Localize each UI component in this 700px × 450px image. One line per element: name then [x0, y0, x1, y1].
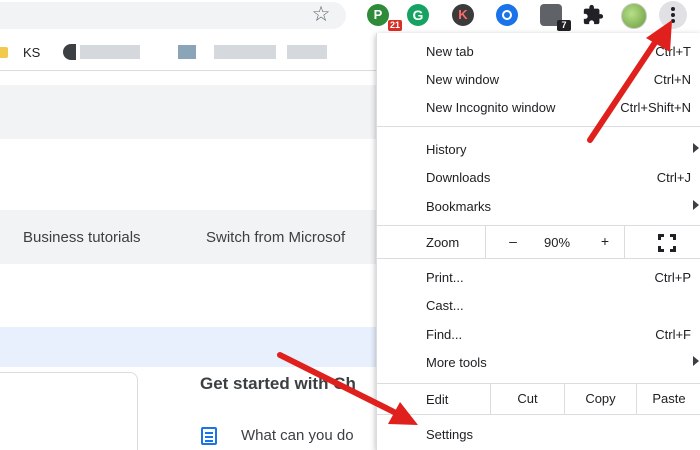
bag-extension-badge: 7 — [557, 20, 571, 31]
menu-item-shortcut: Ctrl+J — [656, 170, 691, 185]
blurred-bookmark[interactable] — [80, 45, 140, 59]
fullscreen-corner — [670, 234, 676, 240]
menu-item-new-window[interactable]: New window Ctrl+N — [377, 65, 700, 93]
fullscreen-icon[interactable] — [658, 234, 676, 252]
submenu-arrow-icon — [693, 200, 699, 210]
p-extension-badge: 21 — [387, 20, 402, 31]
menu-item-print[interactable]: Print... Ctrl+P — [377, 263, 700, 291]
content-card — [0, 372, 138, 450]
fullscreen-corner — [658, 234, 664, 240]
menu-item-label: Downloads — [426, 170, 491, 185]
paste-button[interactable]: Paste — [636, 384, 700, 414]
menu-item-downloads[interactable]: Downloads Ctrl+J — [377, 163, 700, 191]
menu-item-new-tab[interactable]: New tab Ctrl+T — [377, 37, 700, 65]
fullscreen-corner — [658, 246, 664, 252]
menu-dot — [671, 13, 675, 17]
edit-label: Edit — [426, 392, 449, 407]
p-extension-icon[interactable]: P 21 — [367, 4, 402, 31]
chrome-menu-button[interactable] — [659, 1, 687, 29]
cut-button[interactable]: Cut — [490, 384, 564, 414]
folder-icon[interactable] — [0, 47, 8, 58]
submenu-arrow-icon — [693, 143, 699, 153]
k-extension-letter: K — [458, 7, 468, 22]
g-extension-letter: G — [412, 7, 424, 23]
menu-item-label: Print... — [426, 270, 464, 285]
menu-zoom-row: Zoom – 90% + — [377, 226, 700, 258]
menu-item-shortcut: Ctrl+P — [654, 270, 691, 285]
blurred-bookmark[interactable] — [214, 45, 276, 59]
menu-item-more-tools[interactable]: More tools — [377, 348, 700, 376]
profile-avatar[interactable] — [621, 3, 647, 29]
k-extension-icon[interactable]: K — [452, 4, 474, 26]
document-icon — [201, 427, 217, 445]
menu-item-shortcut: Ctrl+T — [655, 44, 691, 59]
bookmark-ks[interactable]: KS — [23, 45, 40, 60]
fullscreen-corner — [670, 246, 676, 252]
menu-item-find[interactable]: Find... Ctrl+F — [377, 320, 700, 348]
menu-item-history[interactable]: History — [377, 135, 700, 163]
menu-item-shortcut: Ctrl+F — [655, 327, 691, 342]
blurred-bookmark[interactable] — [63, 44, 76, 60]
menu-edit-row: Edit Cut Copy Paste — [377, 384, 700, 414]
menu-item-label: History — [426, 142, 467, 157]
menu-separator — [377, 258, 700, 259]
what-can-you-do-link[interactable]: What can you do — [241, 427, 354, 444]
nav-switch-from-microsoft[interactable]: Switch from Microsof — [206, 229, 345, 246]
zoom-level: 90% — [544, 235, 571, 250]
menu-item-label: Cast... — [426, 298, 464, 313]
menu-item-label: Find... — [426, 327, 463, 342]
menu-item-cast[interactable]: Cast... — [377, 291, 700, 319]
blurred-bookmark[interactable] — [178, 45, 196, 59]
menu-item-bookmarks[interactable]: Bookmarks — [377, 192, 700, 220]
menu-item-shortcut: Ctrl+N — [653, 72, 691, 87]
address-bar[interactable] — [0, 2, 346, 29]
menu-item-label: New tab — [426, 44, 474, 59]
menu-dot — [671, 7, 675, 11]
menu-item-new-incognito-window[interactable]: New Incognito window Ctrl+Shift+N — [377, 93, 700, 121]
zoom-out-button[interactable]: – — [506, 233, 520, 249]
copy-button[interactable]: Copy — [564, 384, 636, 414]
p-extension-letter: P — [373, 7, 383, 22]
menu-dot — [671, 19, 675, 23]
blurred-bookmark[interactable] — [287, 45, 327, 59]
menu-item-settings[interactable]: Settings — [377, 420, 700, 448]
browser-toolbar: ☆ P 21 G K 7 — [0, 0, 700, 33]
menu-item-label: Settings — [426, 427, 473, 442]
submenu-arrow-icon — [693, 356, 699, 366]
g-extension-icon[interactable]: G — [407, 4, 429, 26]
blue-extension-icon[interactable] — [496, 4, 518, 26]
menu-separator — [377, 414, 700, 415]
menu-item-label: New Incognito window — [426, 100, 556, 115]
menu-item-label: New window — [426, 72, 499, 87]
menu-item-label: More tools — [426, 355, 487, 370]
puzzle-extensions-icon[interactable] — [582, 4, 604, 26]
bookmark-star-icon[interactable]: ☆ — [309, 2, 333, 26]
menu-item-label: Bookmarks — [426, 199, 492, 214]
nav-business-tutorials[interactable]: Business tutorials — [23, 229, 141, 246]
zoom-in-button[interactable]: + — [598, 233, 612, 249]
get-started-heading: Get started with Ch — [200, 374, 356, 393]
zoom-label: Zoom — [426, 235, 460, 250]
menu-separator — [377, 126, 700, 127]
chrome-menu: New tab Ctrl+T New window Ctrl+N New Inc… — [376, 33, 700, 450]
menu-item-shortcut: Ctrl+Shift+N — [620, 100, 691, 115]
zoom-controls: – 90% + — [485, 226, 625, 258]
bag-extension-icon[interactable]: 7 — [540, 4, 571, 31]
